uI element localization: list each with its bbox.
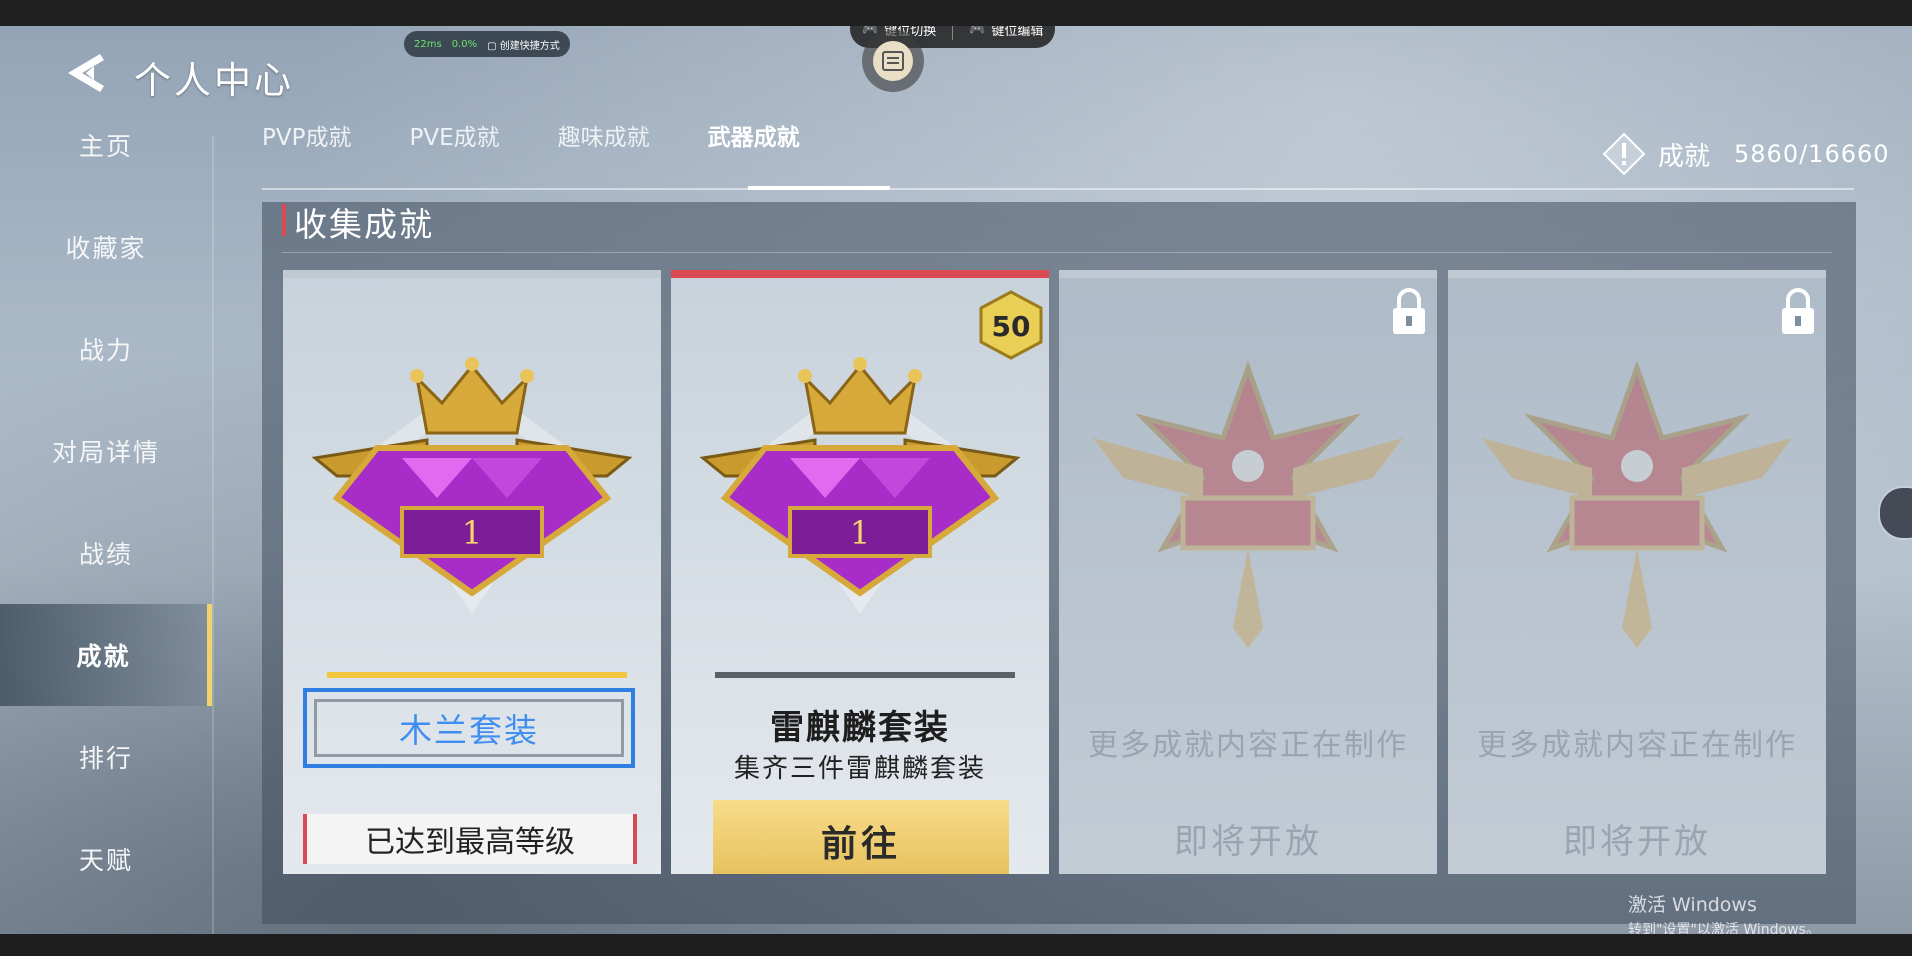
rank-level-text: 1: [462, 514, 482, 552]
sidebar-item-ranking[interactable]: 排行: [0, 706, 212, 808]
lock-icon: [1782, 288, 1814, 334]
lock-icon: [1393, 288, 1425, 334]
keybar-divider: [952, 26, 954, 40]
card-top-strip: [1448, 270, 1826, 278]
section-marker: [282, 204, 286, 236]
rank-level-text: 1: [850, 514, 870, 552]
card-description: 集齐三件雷麒麟套装: [733, 754, 986, 784]
achievement-card-mulan[interactable]: 1 木兰套装 已达到最高等级: [283, 270, 661, 874]
sidebar-item-collector[interactable]: 收藏家: [0, 196, 212, 298]
shortcut-icon: ▢: [487, 40, 497, 52]
key-edit-label: 键位编辑: [991, 26, 1044, 39]
sidebar-item-power[interactable]: 战力: [0, 298, 212, 400]
sidebar-item-match-details[interactable]: 对局详情: [0, 400, 212, 502]
achievement-total: 成就 5860/16660: [1602, 132, 1890, 176]
achievement-tabs: PVP成就 PVE成就 趣味成就 武器成就: [262, 118, 858, 166]
tab-pvp[interactable]: PVP成就: [262, 118, 351, 166]
achievement-card-locked-2: 更多成就内容正在制作 即将开放: [1448, 270, 1826, 874]
sidebar-divider: [212, 136, 214, 934]
gamepad-edit-icon: 🎮: [969, 26, 986, 37]
card-top-strip: [671, 270, 1049, 278]
coming-soon-text: 更多成就内容正在制作: [1088, 728, 1408, 763]
tab-weapon[interactable]: 武器成就: [708, 118, 800, 166]
card-progress-bar: [715, 672, 1015, 678]
selected-name-frame[interactable]: 木兰套装: [303, 688, 635, 768]
card-name: 木兰套装: [314, 699, 624, 757]
side-float-button[interactable]: [1878, 486, 1912, 540]
watermark-line-2: 转到"设置"以激活 Windows。: [1628, 922, 1820, 934]
max-level-status: 已达到最高等级: [303, 814, 637, 864]
tab-underline: [262, 188, 1854, 190]
exclamation-diamond-icon[interactable]: [1602, 132, 1646, 176]
achievement-total-value: 5860/16660: [1734, 140, 1890, 168]
watermark-line-1: 激活 Windows: [1628, 894, 1757, 916]
create-shortcut-button[interactable]: ▢ 创建快捷方式: [487, 37, 560, 52]
windows-activation-watermark: 激活 Windows 转到"设置"以激活 Windows。: [1628, 890, 1820, 934]
sidebar-item-talent[interactable]: 天赋: [0, 808, 212, 910]
menu-icon: [873, 41, 913, 81]
tab-fun[interactable]: 趣味成就: [558, 118, 650, 166]
star-emblem-placeholder: [1093, 360, 1403, 648]
opening-soon-text: 即将开放: [1563, 822, 1711, 862]
star-emblem-placeholder: [1482, 360, 1792, 648]
coming-soon-text: 更多成就内容正在制作: [1477, 728, 1797, 763]
card-name: 雷麒麟套装: [770, 708, 950, 748]
tab-active-indicator: [748, 186, 890, 190]
goto-button[interactable]: 前往: [713, 800, 1009, 874]
diamond-rank-emblem: 1: [311, 357, 633, 615]
section-divider: [282, 252, 1832, 253]
create-shortcut-label: 创建快捷方式: [499, 40, 560, 52]
window-top-bar: [0, 0, 1912, 26]
sidebar-item-achievements[interactable]: 成就: [0, 604, 212, 706]
sidebar: 主页 收藏家 战力 对局详情 战绩 成就 排行 天赋: [0, 94, 212, 910]
achievement-card-thunder-qilin[interactable]: 50 1 雷麒麟套装 集齐三件雷麒麟套装 前往: [671, 270, 1049, 874]
card-progress-bar: [327, 672, 627, 678]
game-screen: 个人中心 22ms 0.0% ▢ 创建快捷方式 🎮 键位切换 🎮 键位编辑 主页…: [0, 26, 1912, 934]
window-bottom-bar: [0, 934, 1912, 956]
card-top-strip: [283, 270, 661, 278]
card-top-strip: [1059, 270, 1437, 278]
achievement-total-label: 成就: [1658, 141, 1711, 172]
section-title: 收集成就: [294, 205, 434, 244]
key-edit-button[interactable]: 🎮 键位编辑: [969, 26, 1043, 39]
ping-value: 22ms: [414, 38, 442, 50]
diamond-rank-emblem: 1: [699, 357, 1021, 615]
reward-badge-value: 50: [992, 310, 1031, 343]
loss-value: 0.0%: [451, 38, 478, 50]
opening-soon-text: 即将开放: [1174, 822, 1322, 862]
sidebar-item-home[interactable]: 主页: [0, 94, 212, 196]
back-arrow-icon: [68, 54, 104, 92]
tab-pve[interactable]: PVE成就: [409, 118, 499, 166]
sidebar-item-records[interactable]: 战绩: [0, 502, 212, 604]
menu-button[interactable]: [862, 30, 924, 92]
performance-overlay: 22ms 0.0% ▢ 创建快捷方式: [404, 31, 570, 57]
achievement-card-locked-1: 更多成就内容正在制作 即将开放: [1059, 270, 1437, 874]
back-button[interactable]: [64, 50, 114, 96]
